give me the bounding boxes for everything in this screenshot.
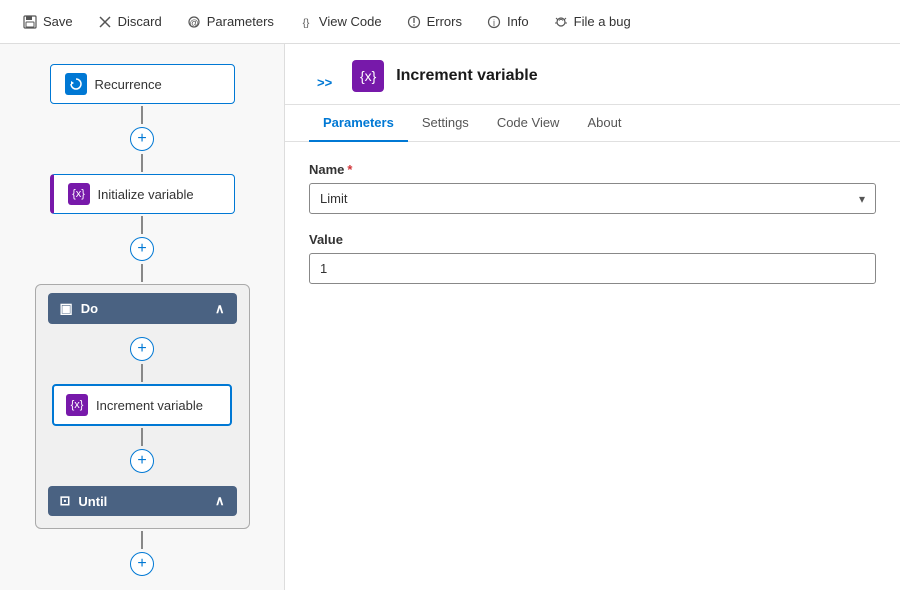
name-form-group: Name * Limit ▾ [309, 162, 876, 214]
viewcode-label: View Code [319, 14, 382, 29]
svg-text:i: i [493, 18, 495, 28]
toolbar: Save Discard @ Parameters {} View Code [0, 0, 900, 44]
do-label: Do [81, 301, 98, 316]
name-label: Name * [309, 162, 876, 177]
init-variable-node[interactable]: {x} Initialize variable [50, 174, 235, 214]
variable-icon: {x} [68, 183, 90, 205]
panel-header: >> {x} Increment variable [285, 44, 900, 105]
connector-3: + [130, 531, 154, 579]
save-button[interactable]: Save [12, 10, 83, 34]
name-select-value: Limit [320, 191, 347, 206]
add-btn-inner-top[interactable]: + [130, 337, 154, 361]
flow-container: Recurrence + {x} Initialize variable + [30, 64, 254, 581]
errors-icon [406, 14, 422, 30]
tab-about[interactable]: About [573, 105, 635, 142]
panel-tabs: Parameters Settings Code View About [285, 105, 900, 142]
discard-label: Discard [118, 14, 162, 29]
inner-line-2 [141, 428, 143, 446]
do-icon: ▣ [60, 300, 73, 317]
add-btn-inner-bottom[interactable]: + [130, 449, 154, 473]
line-2 [141, 216, 143, 234]
until-footer-left: ⊡ Until [60, 493, 108, 509]
connector-1: + [130, 106, 154, 172]
until-chevron-icon[interactable]: ∧ [215, 493, 225, 509]
recurrence-node[interactable]: Recurrence [50, 64, 235, 104]
parameters-label: Parameters [207, 14, 274, 29]
init-variable-label: Initialize variable [98, 187, 194, 202]
info-button[interactable]: i Info [476, 10, 539, 34]
canvas: Recurrence + {x} Initialize variable + [0, 44, 285, 590]
tab-parameters[interactable]: Parameters [309, 105, 408, 142]
panel-header-icon: {x} [352, 60, 384, 92]
until-icon: ⊡ [60, 493, 71, 509]
line-2b [141, 264, 143, 282]
tab-codeview[interactable]: Code View [483, 105, 574, 142]
info-icon: i [486, 14, 502, 30]
value-form-group: Value [309, 232, 876, 284]
tab-settings[interactable]: Settings [408, 105, 483, 142]
name-select[interactable]: Limit ▾ [309, 183, 876, 214]
add-btn-2[interactable]: + [130, 237, 154, 261]
discard-icon [97, 14, 113, 30]
add-btn-3[interactable]: + [130, 552, 154, 576]
value-label: Value [309, 232, 876, 247]
connector-2: + [130, 216, 154, 282]
inner-connector-bottom: + [130, 428, 154, 476]
discard-button[interactable]: Discard [87, 10, 172, 34]
until-footer[interactable]: ⊡ Until ∧ [48, 486, 237, 516]
recurrence-icon [65, 73, 87, 95]
parameters-button[interactable]: @ Parameters [176, 10, 284, 34]
parameters-icon: @ [186, 14, 202, 30]
value-input[interactable] [309, 253, 876, 284]
right-panel: >> {x} Increment variable Parameters Set… [285, 44, 900, 590]
line-1 [141, 106, 143, 124]
increment-variable-icon: {x} [66, 394, 88, 416]
save-icon [22, 14, 38, 30]
fileabug-label: File a bug [574, 14, 631, 29]
main-layout: Recurrence + {x} Initialize variable + [0, 44, 900, 590]
do-header[interactable]: ▣ Do ∧ [48, 293, 237, 324]
expand-arrows[interactable]: >> [309, 61, 340, 104]
viewcode-icon: {} [298, 14, 314, 30]
fileabug-button[interactable]: File a bug [543, 10, 641, 34]
fileabug-icon [553, 14, 569, 30]
panel-title: Increment variable [396, 67, 537, 85]
save-label: Save [43, 14, 73, 29]
loop-container: ▣ Do ∧ + {x} Increment variable [35, 284, 250, 529]
add-btn-1[interactable]: + [130, 127, 154, 151]
increment-variable-label: Increment variable [96, 398, 203, 413]
inner-connector-top: + [130, 334, 154, 382]
svg-text:@: @ [189, 18, 198, 28]
info-label: Info [507, 14, 529, 29]
do-header-left: ▣ Do [60, 300, 99, 317]
errors-button[interactable]: Errors [396, 10, 472, 34]
do-chevron-icon[interactable]: ∧ [215, 301, 225, 317]
panel-body: Name * Limit ▾ Value [285, 142, 900, 590]
line-3 [141, 531, 143, 549]
line-1b [141, 154, 143, 172]
viewcode-button[interactable]: {} View Code [288, 10, 392, 34]
increment-variable-node[interactable]: {x} Increment variable [52, 384, 232, 426]
inner-line-1 [141, 364, 143, 382]
until-label: Until [78, 494, 107, 509]
svg-text:{}: {} [303, 18, 310, 29]
name-required-star: * [347, 162, 352, 177]
name-select-chevron-icon: ▾ [859, 192, 865, 206]
errors-label: Errors [427, 14, 462, 29]
recurrence-label: Recurrence [95, 77, 162, 92]
